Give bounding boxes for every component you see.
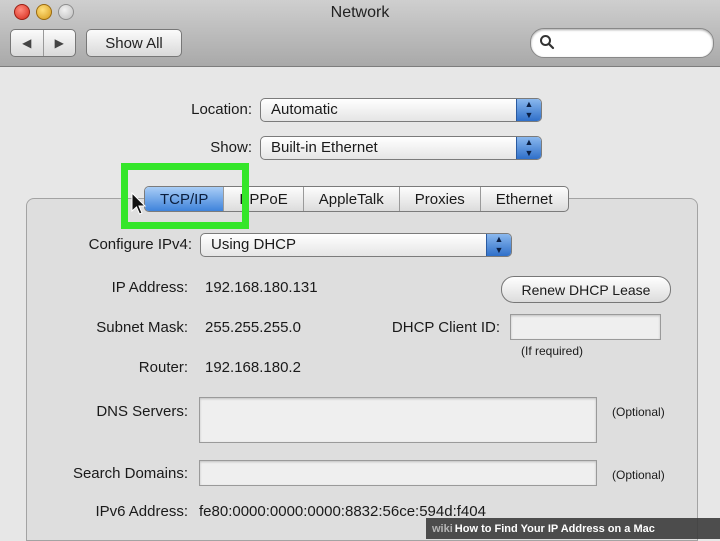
dns-servers-label: DNS Servers: [96,403,188,420]
show-all-button[interactable]: Show All [86,29,182,57]
ip-address-value: 192.168.180.131 [205,279,318,296]
dhcp-client-id-label: DHCP Client ID: [391,319,500,336]
show-popup[interactable]: Built-in Ethernet ▲ ▼ [260,136,542,160]
renew-dhcp-lease-button[interactable]: Renew DHCP Lease [501,276,671,303]
location-popup[interactable]: Automatic ▲ ▼ [260,98,542,122]
dhcp-client-id-hint: (If required) [521,344,584,358]
show-value: Built-in Ethernet [271,139,378,156]
watermark-prefix: wiki [432,522,453,535]
watermark-banner: wiki How to Find Your IP Address on a Ma… [426,518,720,539]
back-forward-control: ◀ ▶ [10,29,76,57]
configure-ipv4-popup[interactable]: Using DHCP ▲ ▼ [200,233,512,257]
search-icon [539,34,555,55]
tab-ethernet[interactable]: Ethernet [481,187,568,211]
subnet-mask-label: Subnet Mask: [96,319,188,336]
dhcp-client-id-input[interactable] [510,314,661,340]
ip-address-label: IP Address: [111,279,188,296]
location-label: Location: [191,101,252,118]
search-domains-input[interactable] [199,460,597,486]
location-value: Automatic [271,101,338,118]
mouse-pointer-icon [131,192,147,215]
popup-arrows-icon: ▲ ▼ [516,137,541,159]
router-label: Router: [138,359,188,376]
ipv6-address-label: IPv6 Address: [95,503,188,520]
search-domains-label: Search Domains: [72,465,188,482]
window-title: Network [330,4,390,21]
configure-ipv4-label: Configure IPv4: [88,236,192,253]
popup-arrows-icon: ▲ ▼ [516,99,541,121]
back-button[interactable]: ◀ [11,30,44,56]
search-field[interactable] [530,28,714,58]
search-domains-hint: (Optional) [612,468,665,482]
dns-servers-input[interactable] [199,397,597,443]
dns-servers-hint: (Optional) [612,405,665,419]
subnet-mask-value: 255.255.255.0 [205,319,301,336]
configure-ipv4-value: Using DHCP [211,236,297,253]
popup-arrows-icon: ▲ ▼ [486,234,511,256]
router-value: 192.168.180.2 [205,359,301,376]
tab-appletalk[interactable]: AppleTalk [304,187,400,211]
tab-proxies[interactable]: Proxies [400,187,481,211]
show-label: Show: [210,139,252,156]
watermark-title: How to Find Your IP Address on a Mac [454,522,655,535]
title-bar: Network ◀ ▶ Show All [0,0,720,67]
forward-button[interactable]: ▶ [44,30,76,56]
